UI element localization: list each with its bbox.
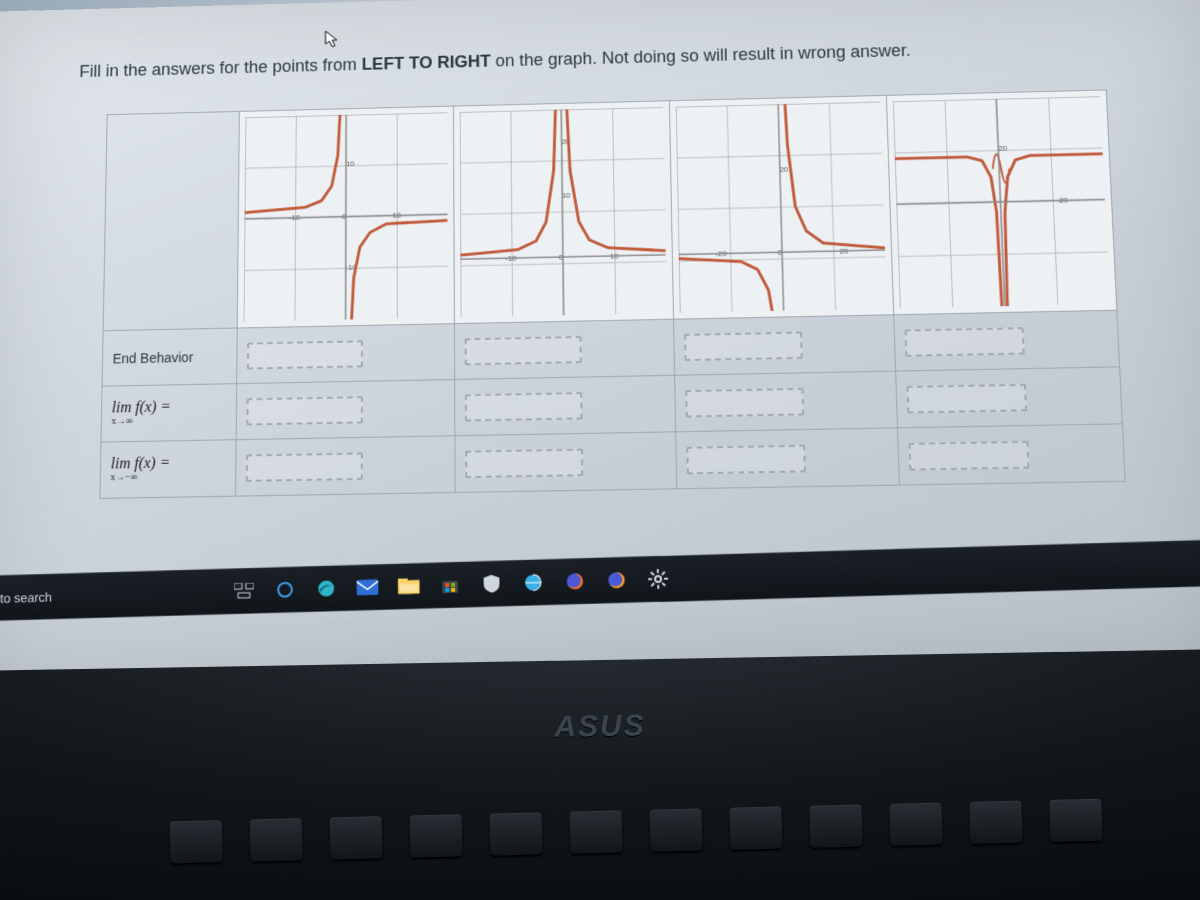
graph-row-label [103, 111, 239, 330]
keycap[interactable] [1049, 799, 1102, 842]
ie-icon[interactable] [521, 570, 545, 595]
keycap[interactable] [410, 814, 463, 857]
keycap[interactable] [729, 806, 782, 849]
graph-cell-1: -10 0 10 10 -10 [237, 106, 454, 328]
settings-gear-icon[interactable] [646, 567, 671, 592]
taskbar-search-input[interactable]: Type here to search [0, 586, 174, 608]
lim-neg-input-4[interactable] [909, 440, 1030, 470]
instructions-bold: LEFT TO RIGHT [362, 52, 491, 74]
security-icon[interactable] [480, 572, 504, 597]
firefox-icon-2[interactable] [604, 568, 629, 593]
instructions-text: Fill in the answers for the points from … [79, 41, 911, 82]
lim-pos-input-1[interactable] [246, 396, 362, 425]
instructions-pre: Fill in the answers for the points from [79, 55, 361, 81]
graph-cell-4: 20 20 [887, 90, 1117, 315]
lim-neg-input-1[interactable] [246, 452, 363, 481]
lim-pos-input-3[interactable] [685, 387, 804, 417]
lim-neg-label: lim f(x) = x→−∞ [110, 455, 225, 484]
laptop-brand-logo: ASUS [554, 709, 646, 745]
lim-neg-input-2[interactable] [465, 448, 583, 477]
keycap[interactable] [330, 816, 383, 859]
keycap[interactable] [889, 803, 942, 846]
mail-icon[interactable] [356, 575, 380, 599]
keycap[interactable] [969, 801, 1022, 844]
lim-pos-input-2[interactable] [465, 392, 583, 421]
cortana-icon[interactable] [273, 578, 297, 602]
mouse-cursor-icon [325, 30, 340, 49]
keycap[interactable] [570, 810, 623, 853]
graph-cell-3: -20 0 20 20 [669, 95, 894, 319]
graph-cell-2: -10 0 10 10 20 [453, 101, 673, 324]
end-behavior-input-3[interactable] [684, 331, 803, 360]
microsoft-store-icon[interactable] [438, 573, 462, 598]
keycap[interactable] [649, 808, 702, 851]
edge-icon[interactable] [314, 576, 338, 600]
lim-neg-input-3[interactable] [686, 444, 806, 474]
end-behavior-input-2[interactable] [464, 336, 581, 365]
keycap[interactable] [250, 818, 303, 861]
end-behavior-input-1[interactable] [247, 340, 363, 369]
end-behavior-label: End Behavior [102, 328, 237, 386]
keycap[interactable] [170, 820, 223, 863]
end-behavior-input-4[interactable] [905, 327, 1025, 357]
firefox-icon[interactable] [563, 569, 587, 594]
end-behavior-table: -10 0 10 10 -10 [99, 89, 1125, 498]
file-explorer-icon[interactable] [397, 574, 421, 598]
lim-pos-input-4[interactable] [907, 383, 1028, 413]
lim-pos-label: lim f(x) = x→∞ [111, 399, 226, 427]
keycap[interactable] [490, 812, 543, 855]
keycap[interactable] [809, 804, 862, 847]
task-view-icon[interactable] [232, 579, 256, 603]
instructions-post: on the graph. Not doing so will result i… [491, 41, 911, 70]
